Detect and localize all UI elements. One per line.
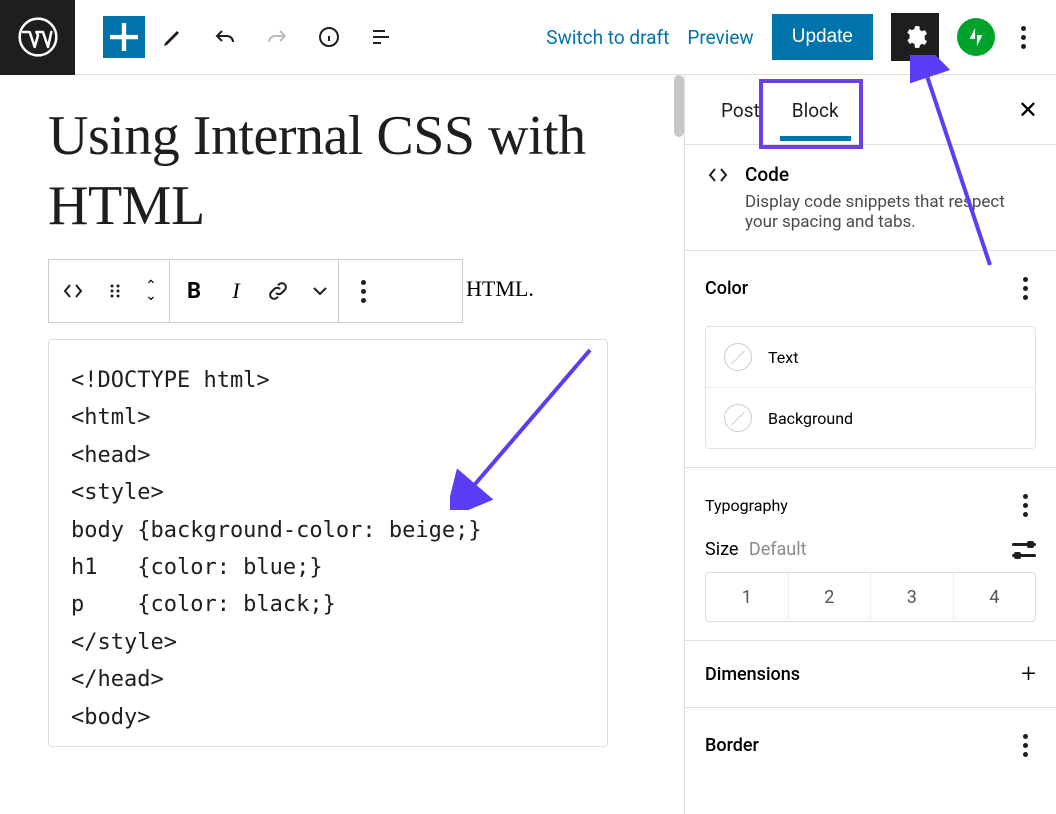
plus-icon: + <box>1021 659 1036 689</box>
text-color-option[interactable]: Text <box>706 327 1035 387</box>
color-panel-menu[interactable] <box>1015 269 1036 308</box>
font-size-3[interactable]: 3 <box>870 573 953 621</box>
trailing-paragraph-text: HTML. <box>466 276 534 302</box>
close-sidebar-button[interactable]: ✕ <box>1010 88 1046 132</box>
typography-panel: Typography Size Default 1 2 3 4 <box>685 468 1056 641</box>
settings-button[interactable] <box>891 13 939 61</box>
post-title[interactable]: Using Internal CSS with HTML <box>48 101 608 241</box>
block-type-icon[interactable] <box>49 260 97 322</box>
outline-button[interactable] <box>357 13 405 61</box>
size-default-label: Default <box>749 539 807 560</box>
code-block-editor[interactable]: <!DOCTYPE html> <html> <head> <style> bo… <box>48 339 608 747</box>
move-up-down-button[interactable]: ⌃⌄ <box>133 281 169 301</box>
text-color-label: Text <box>768 348 798 367</box>
block-info-panel: Code Display code snippets that respect … <box>685 145 1056 251</box>
block-options-button[interactable] <box>339 260 387 322</box>
code-content: <!DOCTYPE html> <html> <head> <style> bo… <box>71 368 482 730</box>
color-panel: Color Text Background <box>685 251 1056 468</box>
preview-link[interactable]: Preview <box>687 26 753 49</box>
background-color-label: Background <box>768 409 853 428</box>
link-button[interactable] <box>254 260 302 322</box>
tab-block[interactable]: Block <box>776 79 855 140</box>
border-panel[interactable]: Border <box>685 708 1056 783</box>
wordpress-logo[interactable] <box>0 0 75 75</box>
tab-post[interactable]: Post <box>705 79 776 140</box>
redo-button[interactable] <box>253 13 301 61</box>
block-name-label: Code <box>745 163 1025 186</box>
settings-sidebar: Post Block ✕ Code Display code snippets … <box>684 75 1056 814</box>
swatch-none-icon <box>724 343 752 371</box>
font-size-picker: 1 2 3 4 <box>705 572 1036 622</box>
block-toolbar: ⌃⌄ B I <box>48 259 463 323</box>
border-panel-title: Border <box>705 735 759 756</box>
font-size-1[interactable]: 1 <box>706 573 788 621</box>
jetpack-icon[interactable] <box>957 18 995 56</box>
dimensions-panel[interactable]: Dimensions + <box>685 641 1056 708</box>
dimensions-panel-title: Dimensions <box>705 664 800 685</box>
border-panel-menu[interactable] <box>1015 726 1036 765</box>
scrollbar-thumb[interactable] <box>674 75 684 137</box>
italic-button[interactable]: I <box>218 260 254 322</box>
edit-mode-icon[interactable] <box>149 13 197 61</box>
font-size-2[interactable]: 2 <box>788 573 871 621</box>
drag-handle-icon[interactable] <box>97 260 133 322</box>
sliders-icon[interactable] <box>1012 541 1036 559</box>
main-layout: Using Internal CSS with HTML ⌃⌄ B I <box>0 75 1056 814</box>
add-block-button[interactable] <box>103 16 145 58</box>
update-button[interactable]: Update <box>772 14 873 60</box>
sidebar-tabs: Post Block ✕ <box>685 75 1056 145</box>
more-formatting-button[interactable] <box>302 260 338 322</box>
typography-panel-menu[interactable] <box>1015 486 1036 525</box>
info-button[interactable] <box>305 13 353 61</box>
swatch-none-icon <box>724 404 752 432</box>
undo-button[interactable] <box>201 13 249 61</box>
code-icon <box>705 163 731 187</box>
block-description: Display code snippets that respect your … <box>745 192 1025 232</box>
background-color-option[interactable]: Background <box>706 387 1035 448</box>
color-panel-title: Color <box>705 278 748 299</box>
switch-to-draft-link[interactable]: Switch to draft <box>546 26 669 49</box>
typography-panel-title: Typography <box>705 496 788 515</box>
editor-topbar: Switch to draft Preview Update <box>0 0 1056 75</box>
size-label: Size <box>705 539 738 560</box>
bold-button[interactable]: B <box>170 260 218 322</box>
more-menu-button[interactable] <box>1013 18 1034 57</box>
font-size-4[interactable]: 4 <box>953 573 1036 621</box>
editor-canvas: Using Internal CSS with HTML ⌃⌄ B I <box>0 75 684 814</box>
